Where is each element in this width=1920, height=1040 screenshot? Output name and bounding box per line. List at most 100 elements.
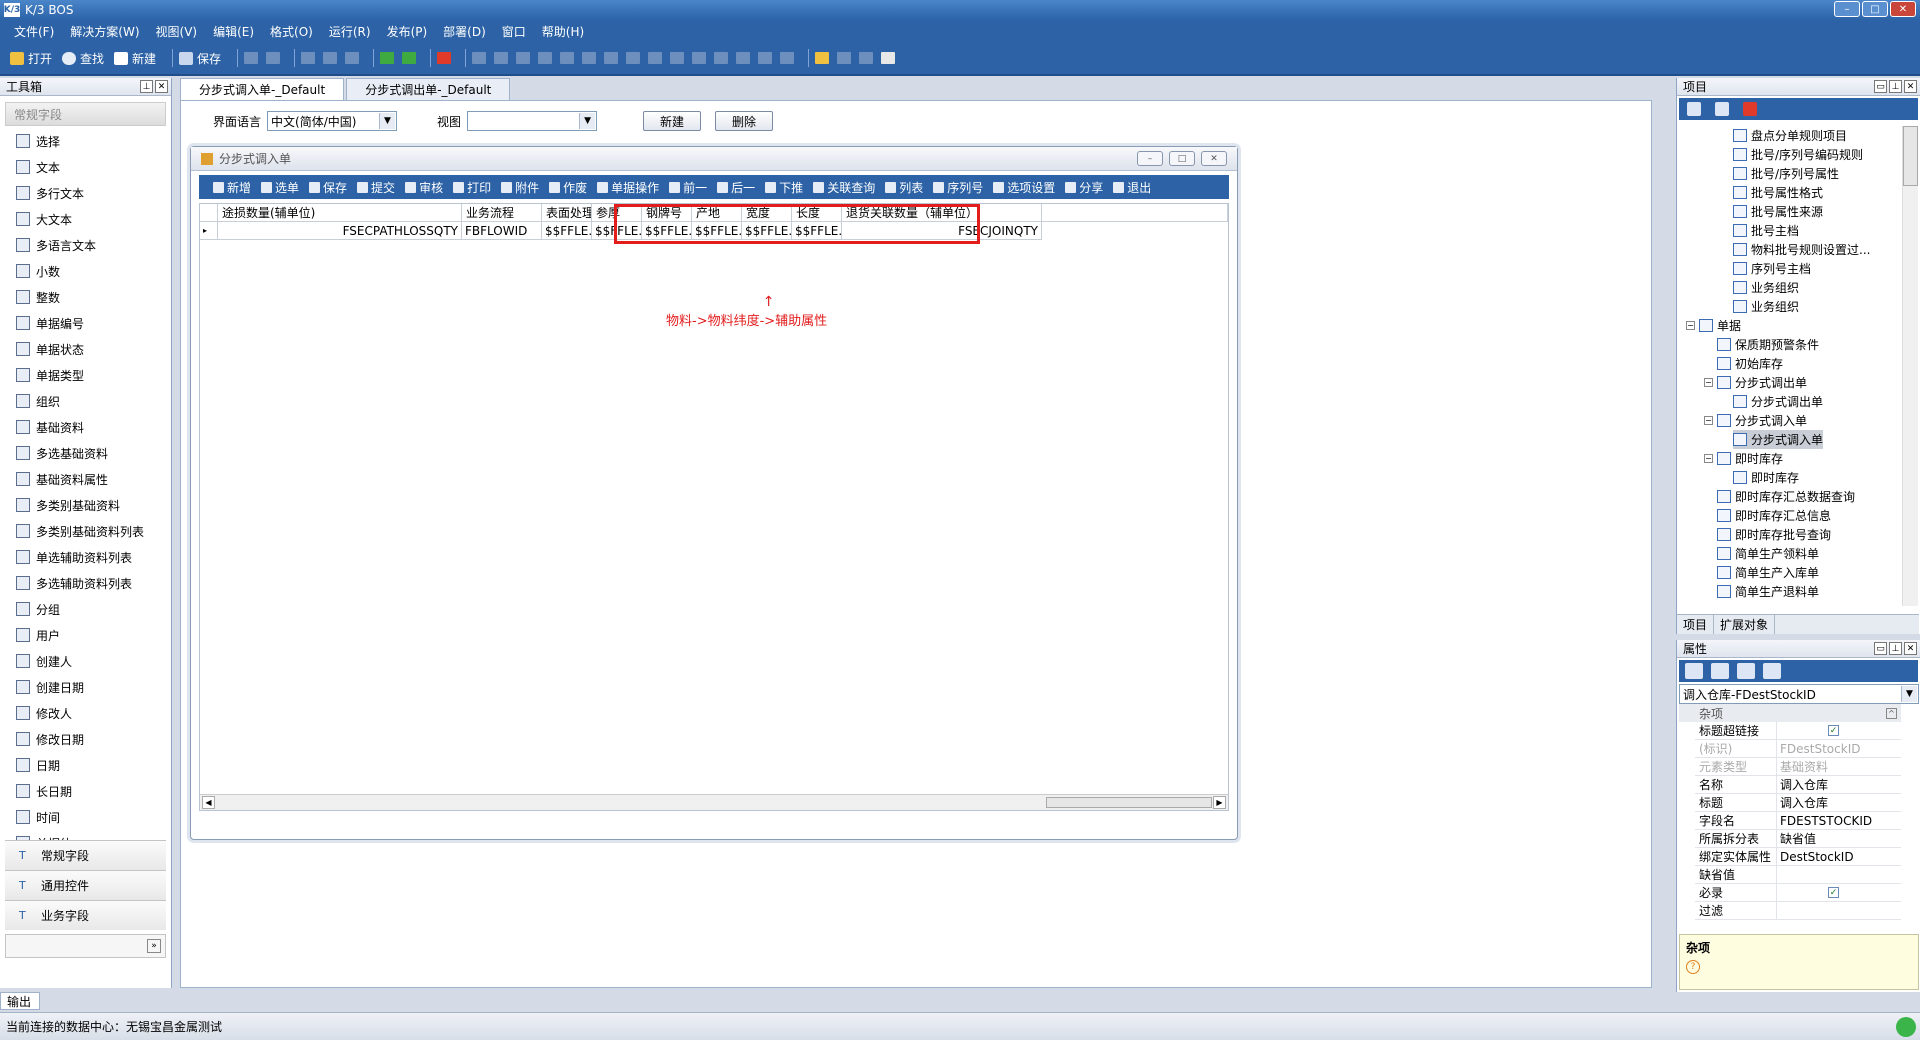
align-right-icon[interactable] [516, 52, 531, 64]
menu-item[interactable]: 发布(P) [379, 23, 436, 40]
document-tab[interactable]: 分步式调入单-_Default [180, 78, 345, 100]
tree-node[interactable]: − 单据 [1686, 316, 1741, 335]
form-toolbar-button[interactable]: 提交 [357, 179, 395, 196]
tree-node[interactable]: 简单生产领料单 [1717, 544, 1819, 563]
pin-icon[interactable]: ⊥ [140, 80, 153, 93]
property-value[interactable]: ✓ [1777, 722, 1901, 739]
language-select[interactable]: 中文(简体/中国) ▼ [267, 111, 398, 131]
publish-icon[interactable] [244, 52, 259, 64]
float-icon[interactable]: ▭ [1874, 80, 1887, 93]
property-row[interactable]: 元素类型 基础资料 [1695, 758, 1901, 776]
property-row[interactable]: (标识) FDestStockID [1695, 740, 1901, 758]
toolbox-item[interactable]: 修改人 [0, 700, 171, 726]
grid-column-header[interactable]: 业务流程 [462, 204, 542, 222]
menu-item[interactable]: 格式(O) [262, 23, 321, 40]
toolbox-item[interactable]: 多类别基础资料 [0, 492, 171, 518]
delete-view-button[interactable]: 删除 [715, 111, 774, 131]
tree-node[interactable]: 业务组织 [1733, 297, 1799, 316]
toolbox-item[interactable]: 时间 [0, 804, 171, 830]
float-icon[interactable]: ▭ [1874, 642, 1887, 655]
property-row[interactable]: 绑定实体属性 DestStockID [1695, 848, 1901, 866]
toolbox-item[interactable]: 用户 [0, 622, 171, 648]
delete-icon[interactable] [437, 52, 452, 64]
property-row[interactable]: 标题 调入仓库 [1695, 794, 1901, 812]
tree-node[interactable]: 初始库存 [1717, 354, 1783, 373]
new-button[interactable]: 新建 [114, 50, 156, 67]
tree-node[interactable]: 业务组织 [1733, 278, 1799, 297]
toolbox-item[interactable]: 大文本 [0, 206, 171, 232]
layout-icon[interactable] [301, 52, 316, 64]
menu-item[interactable]: 解决方案(W) [62, 23, 147, 40]
tree-node[interactable]: 批号/序列号属性 [1733, 164, 1839, 183]
property-value[interactable]: FDestStockID [1777, 740, 1901, 757]
form-toolbar-button[interactable]: 打印 [453, 179, 491, 196]
redo-icon[interactable] [402, 52, 417, 64]
form-toolbar-button[interactable]: 退出 [1113, 179, 1151, 196]
find-button[interactable]: 查找 [62, 50, 104, 67]
property-value[interactable]: 基础资料 [1777, 758, 1901, 775]
tree-node[interactable]: 盘点分单规则项目 [1733, 126, 1847, 145]
vertical-scrollbar[interactable] [1902, 126, 1918, 606]
bring-front-icon[interactable] [815, 52, 830, 64]
tree-node[interactable]: 批号/序列号编码规则 [1733, 145, 1863, 164]
grid-cell[interactable]: $$FFLE... [542, 222, 592, 240]
tree-node[interactable]: 分步式调入单 [1733, 430, 1824, 449]
form-toolbar-button[interactable]: 审核 [405, 179, 443, 196]
lock-icon[interactable] [859, 52, 874, 64]
align-middle-icon[interactable] [560, 52, 575, 64]
tree-node[interactable]: 批号属性格式 [1733, 183, 1823, 202]
menu-item[interactable]: 视图(V) [148, 23, 206, 40]
project-tab[interactable]: 项目 [1677, 615, 1715, 634]
form-toolbar-button[interactable]: 选项设置 [993, 179, 1055, 196]
form-toolbar-button[interactable]: 附件 [501, 179, 539, 196]
deploy-icon[interactable] [266, 52, 281, 64]
tree-node[interactable]: 分步式调出单 [1733, 392, 1823, 411]
alphabetical-icon[interactable] [1711, 663, 1729, 679]
grid-cell[interactable]: FBFLOWID [462, 222, 542, 240]
close-icon[interactable]: ✕ [1904, 642, 1917, 655]
checkbox[interactable]: ✓ [1828, 887, 1839, 898]
project-tab[interactable]: 扩展对象 [1714, 615, 1776, 634]
close-icon[interactable]: ✕ [1890, 1, 1916, 17]
events-icon[interactable] [1737, 663, 1755, 679]
property-value[interactable]: 调入仓库 [1777, 794, 1901, 811]
chevron-down-icon[interactable]: ▼ [1901, 686, 1917, 702]
property-row[interactable]: 名称 调入仓库 [1695, 776, 1901, 794]
toolbox-item[interactable]: 单据体 [0, 830, 171, 840]
menu-item[interactable]: 文件(F) [6, 23, 62, 40]
categorized-icon[interactable] [1685, 663, 1703, 679]
toolbox-item[interactable]: 单据状态 [0, 336, 171, 362]
toolbox-item[interactable]: 单据编号 [0, 310, 171, 336]
toolbox-item[interactable]: 选择 [0, 128, 171, 154]
tree-node[interactable]: 物料批号规则设置过... [1733, 240, 1870, 259]
tree-node[interactable]: 即时库存汇总数据查询 [1717, 487, 1855, 506]
menu-item[interactable]: 窗口 [494, 23, 534, 40]
toolbox-item[interactable]: 基础资料 [0, 414, 171, 440]
hspace-icon[interactable] [670, 52, 685, 64]
toolbox-item[interactable]: 小数 [0, 258, 171, 284]
menu-item[interactable]: 帮助(H) [534, 23, 592, 40]
menu-item[interactable]: 运行(R) [321, 23, 379, 40]
form-toolbar-button[interactable]: 分享 [1065, 179, 1103, 196]
property-row[interactable]: 必录 ✓ [1695, 884, 1901, 902]
close-icon[interactable]: ✕ [155, 80, 168, 93]
grid-icon[interactable] [345, 52, 360, 64]
refresh-icon[interactable] [1687, 102, 1701, 116]
grid-column-header[interactable]: 途损数量(辅单位) [218, 204, 462, 222]
tree-node[interactable]: 批号主档 [1733, 221, 1799, 240]
tools-icon[interactable] [323, 52, 338, 64]
calendar-icon[interactable] [881, 52, 896, 64]
toolbox-item[interactable]: 基础资料属性 [0, 466, 171, 492]
pin-icon[interactable]: ⊥ [1889, 80, 1902, 93]
toolbox-item[interactable]: 日期 [0, 752, 171, 778]
close-icon[interactable]: ✕ [1201, 151, 1227, 166]
property-row[interactable]: 缺省值 [1695, 866, 1901, 884]
minimize-icon[interactable]: – [1137, 151, 1163, 166]
toolbox-item[interactable]: 单选辅助资料列表 [0, 544, 171, 570]
chevron-down-icon[interactable]: » [147, 939, 161, 953]
toolbox-overflow[interactable]: » [5, 934, 166, 958]
toolbox-item[interactable]: 文本 [0, 154, 171, 180]
tree-node[interactable]: − 分步式调入单 [1704, 411, 1807, 430]
form-toolbar-button[interactable]: 关联查询 [813, 179, 875, 196]
document-tab[interactable]: 分步式调出单-_Default [346, 78, 511, 100]
